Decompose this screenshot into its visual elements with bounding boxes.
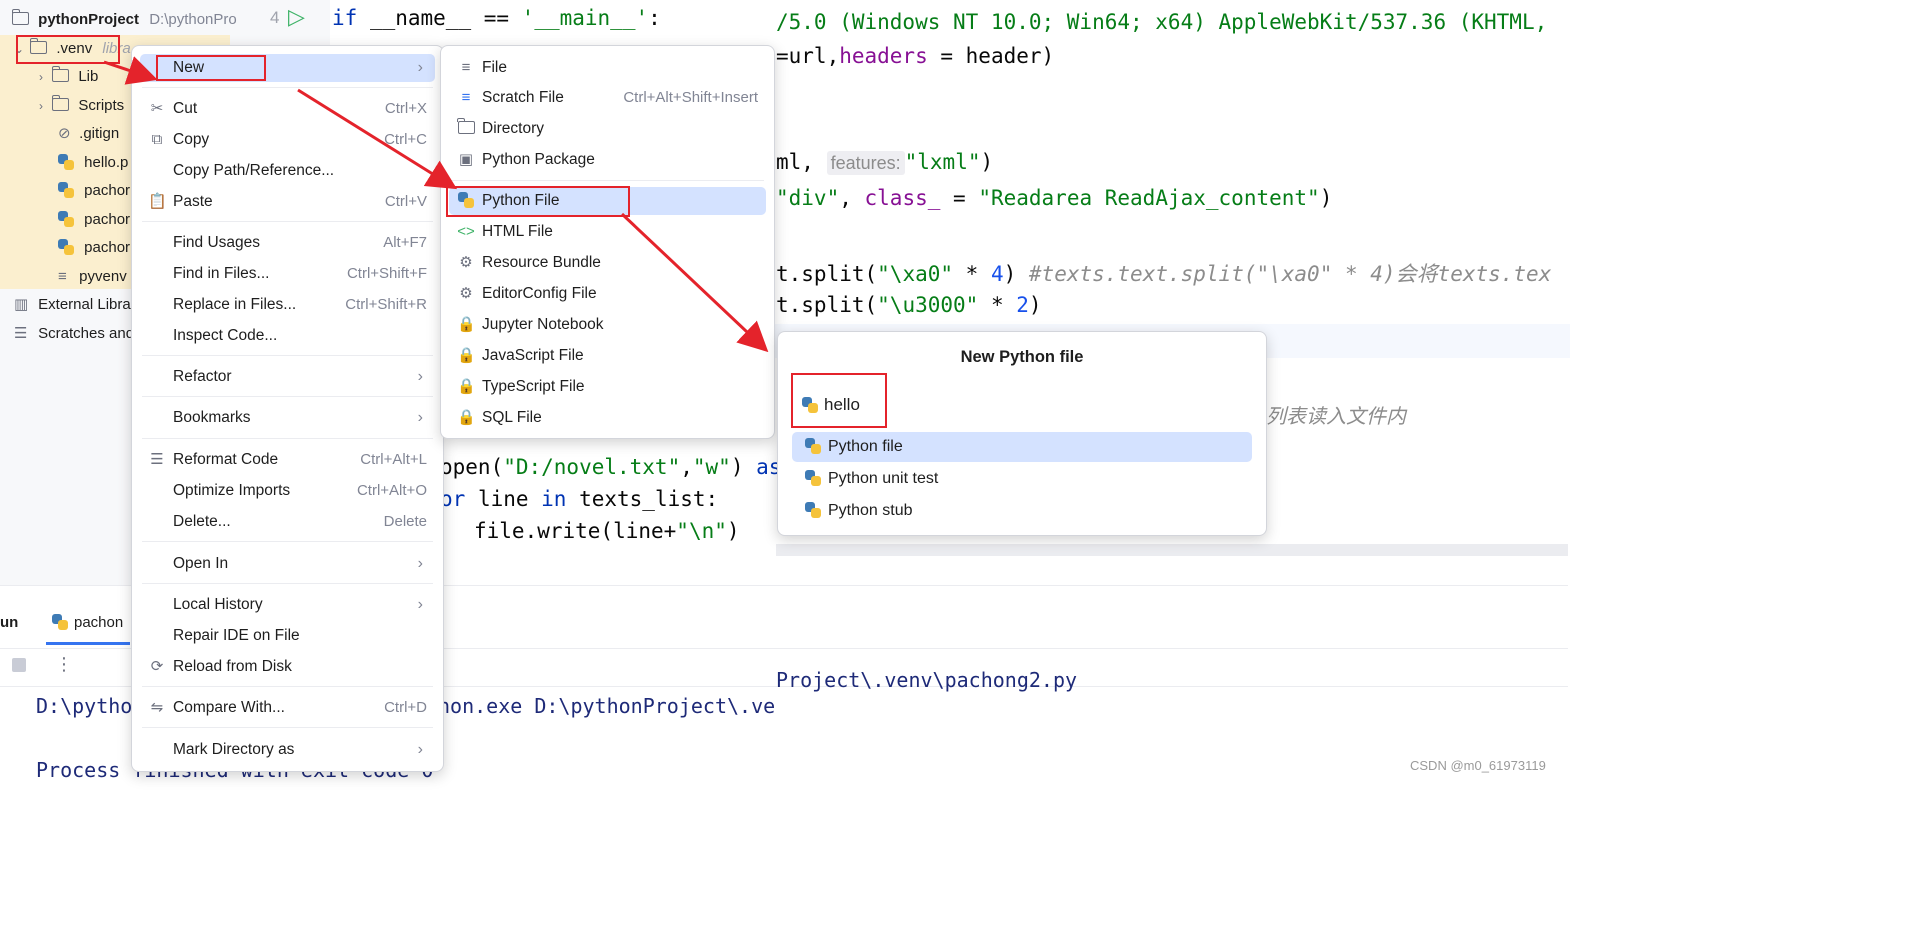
- annotation-arrow: [297, 88, 458, 190]
- watermark: CSDN @m0_61973119: [1410, 758, 1546, 773]
- annotation-arrow: [103, 56, 158, 85]
- annotation-arrows: [103, 56, 769, 353]
- annotation-arrow: [620, 212, 769, 353]
